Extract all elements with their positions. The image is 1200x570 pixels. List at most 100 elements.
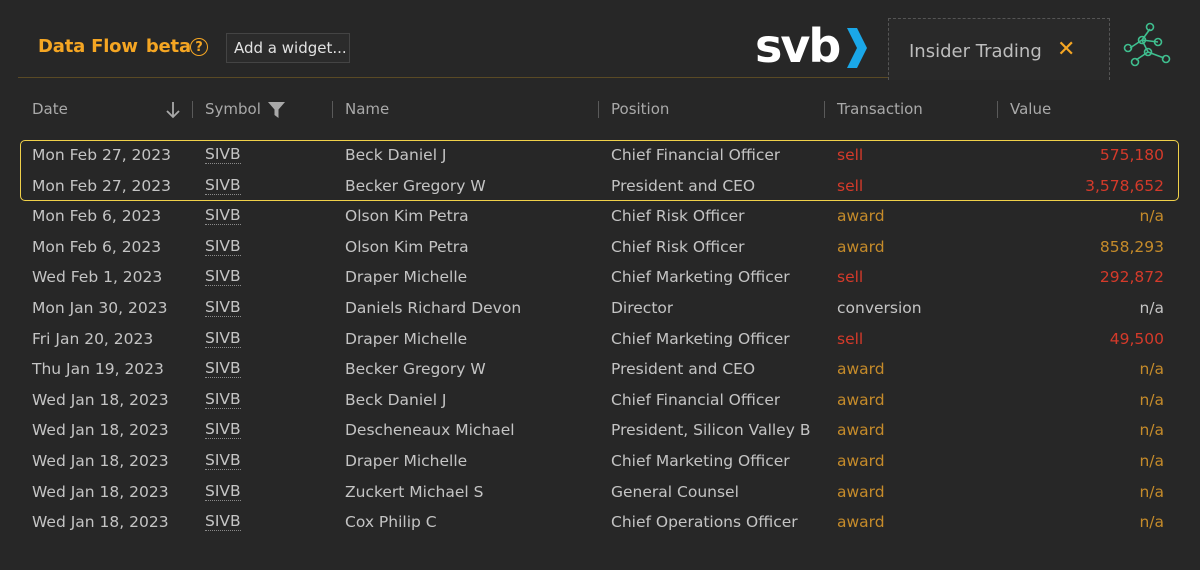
- cell-name: Draper Michelle: [345, 451, 468, 470]
- cell-position: General Counsel: [611, 482, 739, 501]
- cell-position: President, Silicon Valley B...: [611, 421, 811, 440]
- column-separator[interactable]: [997, 101, 998, 118]
- table-row[interactable]: Wed Jan 18, 2023 SIVB Cox Philip C Chief Op…: [0, 507, 1200, 538]
- table-row[interactable]: Mon Feb 6, 2023 SIVB Olson Kim Petra Chief …: [0, 201, 1200, 232]
- app-title: Data Flow beta: [38, 36, 191, 57]
- beta-label: beta: [145, 36, 191, 57]
- cell-value: n/a: [1139, 513, 1164, 532]
- col-header-name[interactable]: Name: [345, 100, 389, 122]
- cell-name: Descheneaux Michael: [345, 421, 515, 440]
- highlight-box: [20, 140, 1179, 201]
- cell-position: Chief Marketing Officer: [611, 451, 790, 470]
- top-bar: Data Flow beta ? Add a widget... svb Ins…: [0, 0, 1200, 80]
- col-header-transaction[interactable]: Transaction: [837, 100, 923, 122]
- cell-position: Chief Operations Officer: [611, 513, 798, 532]
- col-header-position[interactable]: Position: [611, 100, 669, 122]
- cell-name: Beck Daniel J: [345, 390, 447, 409]
- cell-value: n/a: [1139, 298, 1164, 317]
- col-header-symbol[interactable]: Symbol: [205, 100, 261, 122]
- network-graph-icon[interactable]: [1120, 22, 1176, 70]
- table-row[interactable]: Mon Jan 30, 2023 SIVB Daniels Richard Devo…: [0, 293, 1200, 324]
- cell-symbol[interactable]: SIVB: [205, 482, 241, 501]
- cell-symbol[interactable]: SIVB: [205, 360, 241, 379]
- col-header-value[interactable]: Value: [1010, 100, 1051, 122]
- table-row[interactable]: Wed Jan 18, 2023 SIVB Descheneaux Michael P…: [0, 415, 1200, 446]
- cell-date: Wed Jan 18, 2023: [32, 482, 169, 501]
- table-row[interactable]: Wed Jan 18, 2023 SIVB Beck Daniel J Chief F…: [0, 385, 1200, 416]
- table-row[interactable]: Fri Jan 20, 2023 SIVB Draper Michelle Chief…: [0, 324, 1200, 355]
- cell-symbol[interactable]: SIVB: [205, 390, 241, 409]
- cell-value: n/a: [1139, 421, 1164, 440]
- cell-position: Director: [611, 298, 674, 317]
- cell-name: Draper Michelle: [345, 268, 468, 287]
- table-row[interactable]: Wed Feb 1, 2023 SIVB Draper Michelle Chief …: [0, 262, 1200, 293]
- column-separator[interactable]: [824, 101, 825, 118]
- logo-chevron-icon: [847, 28, 867, 68]
- filter-icon[interactable]: [268, 102, 285, 118]
- cell-value: n/a: [1139, 482, 1164, 501]
- cell-value: n/a: [1139, 451, 1164, 470]
- cell-symbol[interactable]: SIVB: [205, 237, 241, 256]
- cell-value: n/a: [1139, 207, 1164, 226]
- cell-symbol[interactable]: SIVB: [205, 268, 241, 287]
- add-widget-button[interactable]: Add a widget...: [226, 33, 350, 63]
- cell-transaction: conversion: [837, 298, 922, 317]
- table-row[interactable]: Mon Feb 6, 2023 SIVB Olson Kim Petra Chief …: [0, 232, 1200, 263]
- cell-transaction: award: [837, 451, 885, 470]
- cell-date: Mon Feb 6, 2023: [32, 207, 162, 226]
- cell-position: Chief Risk Officer: [611, 207, 745, 226]
- column-separator[interactable]: [598, 101, 599, 118]
- header-divider: [18, 77, 889, 78]
- cell-date: Wed Jan 18, 2023: [32, 390, 169, 409]
- column-separator[interactable]: [192, 101, 193, 118]
- table-row[interactable]: Wed Jan 18, 2023 SIVB Draper Michelle Chief…: [0, 446, 1200, 477]
- cell-date: Thu Jan 19, 2023: [32, 360, 164, 379]
- cell-transaction: award: [837, 482, 885, 501]
- cell-position: Chief Risk Officer: [611, 237, 745, 256]
- cell-symbol[interactable]: SIVB: [205, 451, 241, 470]
- cell-transaction: sell: [837, 329, 864, 348]
- cell-date: Wed Feb 1, 2023: [32, 268, 163, 287]
- cell-name: Cox Philip C: [345, 513, 437, 532]
- cell-transaction: award: [837, 421, 885, 440]
- cell-transaction: award: [837, 207, 885, 226]
- cell-symbol[interactable]: SIVB: [205, 329, 241, 348]
- table-row[interactable]: Wed Jan 18, 2023 SIVB Zuckert Michael S Gen…: [0, 477, 1200, 508]
- cell-name: Daniels Richard Devon: [345, 298, 522, 317]
- cell-position: Chief Marketing Officer: [611, 268, 790, 287]
- close-icon[interactable]: ✕: [1057, 39, 1075, 61]
- cell-name: Olson Kim Petra: [345, 207, 469, 226]
- col-header-date[interactable]: Date: [32, 100, 68, 122]
- cell-value: 49,500: [1109, 329, 1164, 348]
- tab-insider-trading[interactable]: Insider Trading ✕: [888, 18, 1110, 80]
- cell-name: Draper Michelle: [345, 329, 468, 348]
- help-circle-icon[interactable]: ?: [190, 38, 208, 56]
- cell-symbol[interactable]: SIVB: [205, 298, 241, 317]
- cell-name: Zuckert Michael S: [345, 482, 484, 501]
- cell-value: 858,293: [1099, 237, 1164, 256]
- table-row[interactable]: Thu Jan 19, 2023 SIVB Becker Gregory W Pres…: [0, 354, 1200, 385]
- cell-date: Mon Jan 30, 2023: [32, 298, 168, 317]
- cell-date: Wed Jan 18, 2023: [32, 451, 169, 470]
- cell-transaction: sell: [837, 268, 864, 287]
- cell-symbol[interactable]: SIVB: [205, 421, 241, 440]
- cell-name: Becker Gregory W: [345, 360, 486, 379]
- cell-date: Wed Jan 18, 2023: [32, 513, 169, 532]
- column-separator[interactable]: [332, 101, 333, 118]
- app-title-text: Data Flow: [38, 36, 138, 57]
- cell-name: Olson Kim Petra: [345, 237, 469, 256]
- cell-date: Fri Jan 20, 2023: [32, 329, 154, 348]
- cell-transaction: award: [837, 390, 885, 409]
- tab-label: Insider Trading: [909, 41, 1042, 62]
- cell-value: 292,872: [1099, 268, 1164, 287]
- cell-symbol[interactable]: SIVB: [205, 207, 241, 226]
- cell-date: Mon Feb 6, 2023: [32, 237, 162, 256]
- cell-symbol[interactable]: SIVB: [205, 513, 241, 532]
- cell-transaction: award: [837, 237, 885, 256]
- cell-date: Wed Jan 18, 2023: [32, 421, 169, 440]
- cell-position: Chief Financial Officer: [611, 390, 781, 409]
- arrow-down-icon[interactable]: [165, 101, 181, 119]
- cell-position: President and CEO: [611, 360, 756, 379]
- cell-transaction: award: [837, 513, 885, 532]
- logo-text: svb: [755, 19, 841, 73]
